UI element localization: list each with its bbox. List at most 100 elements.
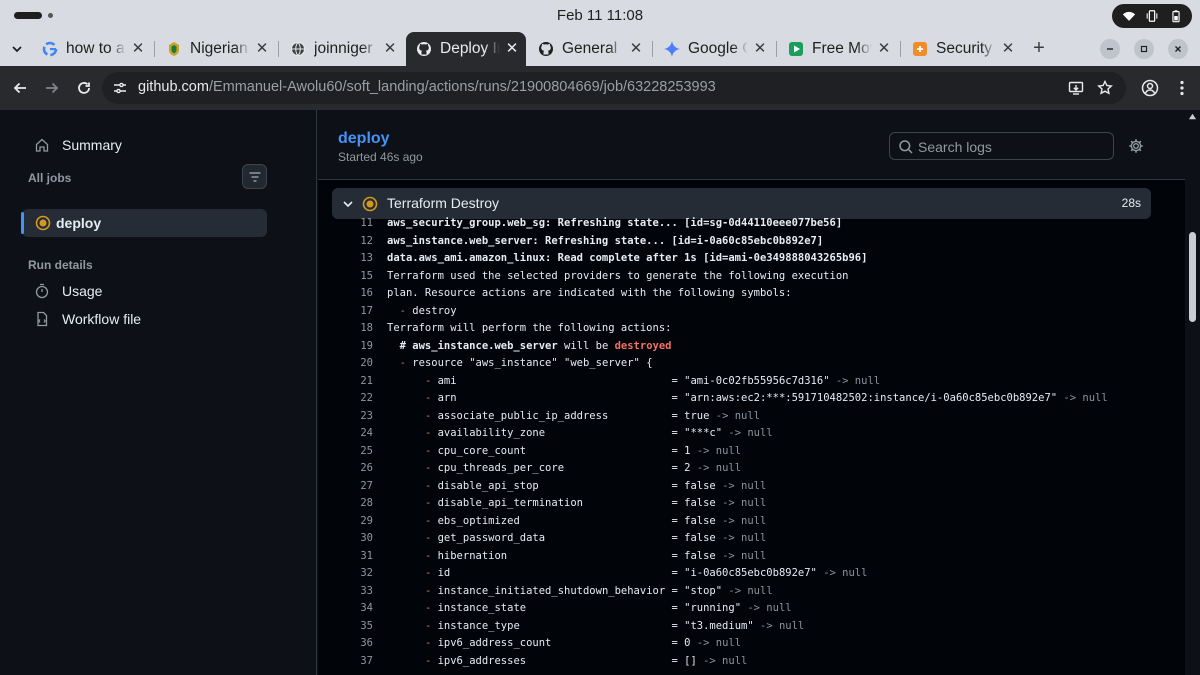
browser-tab-general[interactable]: General ✕	[528, 32, 650, 66]
sidebar-usage-link[interactable]: Usage	[28, 277, 102, 305]
log-token	[387, 445, 425, 457]
log-token: availability_zone = "***c"	[431, 427, 729, 439]
log-line-number[interactable]: 31	[342, 548, 373, 566]
log-line-number[interactable]: 15	[342, 268, 373, 286]
log-line-number[interactable]: 36	[342, 635, 373, 653]
log-line-number[interactable]: 12	[342, 233, 373, 251]
scrollbar-thumb[interactable]	[1189, 232, 1196, 322]
log-line-number[interactable]: 11	[342, 215, 373, 233]
log-line-number[interactable]: 37	[342, 653, 373, 671]
filter-jobs-button[interactable]	[242, 164, 267, 189]
log-line-number[interactable]: 18	[342, 320, 373, 338]
log-line-number[interactable]: 19	[342, 338, 373, 356]
site-info-icon[interactable]	[112, 80, 128, 96]
log-line-number[interactable]: 16	[342, 285, 373, 303]
log-line-number[interactable]: 25	[342, 443, 373, 461]
job-header: deploy Started 46s ago	[318, 110, 1185, 180]
log-line-number[interactable]: 22	[342, 390, 373, 408]
restore-button[interactable]	[1134, 39, 1154, 59]
log-token: destroy	[405, 304, 457, 317]
log-line-number[interactable]: 27	[342, 478, 373, 496]
system-tray[interactable]	[1112, 4, 1192, 28]
log-line-number[interactable]: 29	[342, 513, 373, 531]
log-line-text: aws_security_group.web_sg: Refreshing st…	[387, 215, 842, 233]
tab-close-icon[interactable]: ✕	[752, 41, 768, 57]
install-app-icon[interactable]	[1068, 80, 1084, 96]
gemini-icon	[664, 41, 680, 57]
log-line-number[interactable]: 20	[342, 355, 373, 373]
log-line-number[interactable]: 30	[342, 530, 373, 548]
log-line: 15 Terraform used the selected providers …	[332, 268, 1151, 286]
tab-close-icon[interactable]: ✕	[254, 41, 270, 57]
log-line-number[interactable]: 23	[342, 408, 373, 426]
log-line-text: - disable_api_stop = false -> null	[387, 478, 766, 496]
browser-tab-nigerian[interactable]: Nigerian ✕	[156, 32, 276, 66]
system-clock[interactable]: Feb 11 11:08	[0, 7, 1200, 24]
log-line-number[interactable]: 21	[342, 373, 373, 391]
reload-button[interactable]	[72, 76, 96, 100]
browser-tab-security[interactable]: Security ✕	[902, 32, 1022, 66]
log-token	[387, 550, 425, 562]
close-window-button[interactable]	[1168, 39, 1188, 59]
log-line-number[interactable]: 13	[342, 250, 373, 268]
tab-close-icon[interactable]: ✕	[628, 41, 644, 57]
tab-search-chevron-icon[interactable]	[6, 38, 28, 60]
browser-tab-joinnigeria[interactable]: joinniger ✕	[280, 32, 404, 66]
log-token: -> null	[760, 619, 805, 632]
log-token: -> null	[722, 532, 767, 544]
gear-icon	[1129, 139, 1143, 153]
browser-tab-google-search[interactable]: how to a ✕	[32, 32, 152, 66]
sidebar-workflow-file-link[interactable]: Workflow file	[28, 305, 141, 333]
tab-close-icon[interactable]: ✕	[876, 41, 892, 57]
profile-avatar-icon[interactable]	[1140, 78, 1160, 98]
forward-button[interactable]	[40, 76, 64, 100]
log-line-number[interactable]: 28	[342, 495, 373, 513]
log-line-number[interactable]: 35	[342, 618, 373, 636]
log-line-text: - cpu_core_count = 1 -> null	[387, 443, 741, 461]
nigeria-crest-icon	[166, 41, 182, 57]
minimize-button[interactable]	[1100, 39, 1120, 59]
search-logs-input[interactable]	[918, 137, 1108, 157]
browser-tab-google-gemini[interactable]: Google G ✕	[654, 32, 774, 66]
log-token: ipv6_address_count = 0	[431, 637, 697, 649]
workflow-file-icon	[34, 311, 50, 327]
log-settings-button[interactable]	[1126, 136, 1146, 156]
tab-close-icon[interactable]: ✕	[382, 41, 398, 57]
log-line: 13 data.aws_ami.amazon_linux: Read comple…	[332, 250, 1151, 268]
address-bar[interactable]: github.com/Emmanuel-Awolu60/soft_landing…	[102, 72, 1126, 104]
tab-close-icon[interactable]: ✕	[130, 41, 146, 57]
scroll-up-arrow-icon[interactable]	[1188, 112, 1197, 121]
activities-indicator[interactable]	[14, 12, 42, 19]
log-line-text: Terraform will perform the following act…	[387, 320, 671, 338]
browser-menu-icon[interactable]	[1172, 78, 1192, 98]
tab-close-icon[interactable]: ✕	[1000, 41, 1016, 57]
log-line-number[interactable]: 33	[342, 583, 373, 601]
new-tab-button[interactable]: +	[1028, 38, 1050, 60]
tab-separator	[278, 41, 279, 57]
tab-separator	[900, 41, 901, 57]
log-line-number[interactable]: 17	[342, 303, 373, 321]
log-line-number[interactable]: 32	[342, 565, 373, 583]
browser-tab-strip: how to a ✕ Nigerian ✕ joinniger ✕ Deploy…	[0, 32, 1200, 66]
log-line: 34 - instance_state = "running" -> null	[332, 600, 1151, 618]
search-logs-box[interactable]	[889, 132, 1114, 160]
log-line-text: - instance_state = "running" -> null	[387, 600, 792, 618]
log-line-number[interactable]: 26	[342, 460, 373, 478]
job-log-panel: deploy Started 46s ago Terraform Destroy…	[318, 110, 1185, 675]
sidebar-summary-link[interactable]: Summary	[28, 131, 122, 159]
tab-close-icon[interactable]: ✕	[504, 41, 520, 57]
log-token: resource "aws_instance" "web_server" {	[405, 357, 653, 369]
log-token: -> null	[728, 427, 773, 439]
url-text[interactable]: github.com/Emmanuel-Awolu60/soft_landing…	[138, 79, 716, 95]
page-scrollbar[interactable]	[1185, 110, 1200, 675]
browser-tab-free-movies[interactable]: Free Mov ✕	[778, 32, 898, 66]
back-button[interactable]	[8, 76, 32, 100]
log-line-number[interactable]: 24	[342, 425, 373, 443]
log-line-text: # aws_instance.web_server will be destro…	[387, 338, 672, 356]
log-token	[387, 392, 425, 404]
browser-tab-deploy-active[interactable]: Deploy In ✕	[406, 32, 526, 66]
sidebar-job-deploy[interactable]: deploy	[21, 209, 267, 237]
bookmark-star-icon[interactable]	[1097, 80, 1113, 96]
log-line-number[interactable]: 34	[342, 600, 373, 618]
log-line-text: - id = "i-0a60c85ebc0b892e7" -> null	[387, 565, 868, 583]
